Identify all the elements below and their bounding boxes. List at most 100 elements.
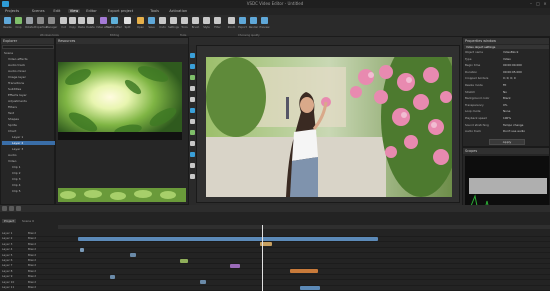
render-button[interactable]: Render [248,16,259,34]
tree-item[interactable]: Audio mixer [2,69,60,73]
tree-item[interactable]: Scene [2,51,56,55]
tree-item[interactable]: Text [2,111,60,115]
property-row[interactable]: Transparency 0% [465,103,549,108]
rewind-icon[interactable] [16,206,21,211]
object-tool-icon[interactable] [190,119,195,124]
property-value[interactable]: None [503,109,510,113]
object-tool-icon[interactable] [190,163,195,168]
resize-button[interactable]: Resize [2,16,13,34]
object-tool-icon[interactable] [190,141,195,146]
save-button[interactable]: Save [146,16,157,34]
object-tool-icon[interactable] [190,174,195,179]
property-value[interactable]: Tempo change [503,123,523,127]
playhead[interactable] [262,225,263,291]
property-row[interactable]: Begin time 00:00:00.000 [465,63,549,68]
timeline-clip[interactable] [230,263,240,268]
property-row[interactable]: Sound stretching Tempo change [465,123,549,128]
tree-item[interactable]: Shapes [2,117,60,121]
object-tool-icon[interactable] [190,130,195,135]
tree-item[interactable]: Image layer [2,75,60,79]
audio-effects-button[interactable]: Audio effects [107,16,122,34]
property-value[interactable]: Fit [503,83,506,87]
timeline-clip[interactable] [78,236,378,241]
timeline-clip[interactable] [300,285,320,290]
minimize-button[interactable]: – [528,1,534,6]
stop-icon[interactable] [9,206,14,211]
tree-item[interactable]: Filters [2,105,60,109]
preview-frame[interactable] [206,57,452,197]
tab-project[interactable]: Project [2,219,17,223]
object-tool-icon[interactable] [190,152,195,157]
tree-item[interactable]: Transitions [2,81,60,85]
tree-item[interactable]: Effects layer [2,93,60,97]
property-value[interactable]: Black [503,96,511,100]
zoom-button[interactable]: Zoom [226,16,237,34]
property-value[interactable]: Don't use audio [503,129,525,133]
menu-view[interactable]: View [67,9,81,13]
tree-item[interactable]: Adjustments [2,99,60,103]
property-row[interactable]: Type Video [465,57,549,62]
menu-activation[interactable]: Activation [167,9,189,13]
timeline-ruler[interactable] [58,225,550,229]
property-value[interactable]: 0% [503,103,507,107]
video-effects-button[interactable]: Video effects [96,16,111,34]
menu-edit[interactable]: Edit [51,9,62,13]
timeline-clip[interactable] [290,269,318,274]
brush-button[interactable]: Brush [190,16,201,34]
tree-item[interactable]: Chart [2,129,60,133]
property-row[interactable]: Playback speed 100% [465,116,549,121]
tools-button[interactable]: Tools [179,16,190,34]
play-icon[interactable] [2,206,7,211]
timeline-clip[interactable] [180,258,188,263]
tree-item[interactable]: Audio [2,153,60,157]
object-tool-icon[interactable] [190,75,195,80]
close-button[interactable]: × [542,1,548,6]
property-row[interactable]: Resize mode Fit [465,83,549,88]
crop-button[interactable]: Crop [13,16,24,34]
object-tool-icon[interactable] [190,97,195,102]
export-button[interactable]: Export [237,16,248,34]
timeline-clip[interactable] [200,280,206,285]
property-value[interactable]: Video [503,57,511,61]
property-row[interactable]: Loop mode None [465,109,549,114]
property-row[interactable]: Object name VideoBlock [465,50,549,55]
object-tool-icon[interactable] [190,53,195,58]
timeline-clip[interactable] [110,274,115,279]
apply-button[interactable]: Apply [489,139,525,145]
property-row[interactable]: Duration 00:00:05.000 [465,70,549,75]
property-value[interactable]: VideoBlock [503,50,518,54]
property-row[interactable]: Background color Black [465,96,549,101]
property-value[interactable]: 100% [503,116,511,120]
timeline-track[interactable]: Layer 11 Blend [0,285,550,291]
object-tool-icon[interactable] [190,86,195,91]
menu-scenes[interactable]: Scenes [30,9,47,13]
property-value[interactable]: 00:00:05.000 [503,70,522,74]
object-tool-icon[interactable] [190,108,195,113]
timeline-clip[interactable] [80,247,84,252]
property-value[interactable]: 0; 0; 0; 0 [503,76,516,80]
tree-item[interactable]: Video effects [2,57,60,61]
maximize-button[interactable]: □ [535,1,541,6]
filter-button[interactable]: Filter [212,16,223,34]
tree-item[interactable]: Video [2,159,60,163]
tree-item[interactable]: Audio track [2,63,60,67]
explorer-search-input[interactable] [2,45,54,49]
timeline-clip[interactable] [130,253,136,258]
preview-button[interactable]: Preview [259,16,270,34]
property-row[interactable]: Stretch No [465,90,549,95]
open-button[interactable]: Open [135,16,146,34]
property-value[interactable]: 00:00:00.000 [503,63,522,67]
tree-item[interactable]: Sprite [2,123,60,127]
menu-tools[interactable]: Tools [148,9,161,13]
menu-projects[interactable]: Projects [3,9,21,13]
menu-export-project[interactable]: Export project [106,9,135,13]
property-row[interactable]: Cropped borders 0; 0; 0; 0 [465,76,549,81]
media-filmstrip[interactable] [58,188,186,202]
delete-button[interactable]: Delete [85,16,96,34]
menu-editor[interactable]: Editor [84,9,99,13]
rotate-button[interactable]: Rotate [24,16,35,34]
tab-scene[interactable]: Scene 0 [20,219,36,223]
property-value[interactable]: No [503,90,507,94]
tree-item[interactable]: Subtitles [2,87,60,91]
object-tool-icon[interactable] [190,64,195,69]
